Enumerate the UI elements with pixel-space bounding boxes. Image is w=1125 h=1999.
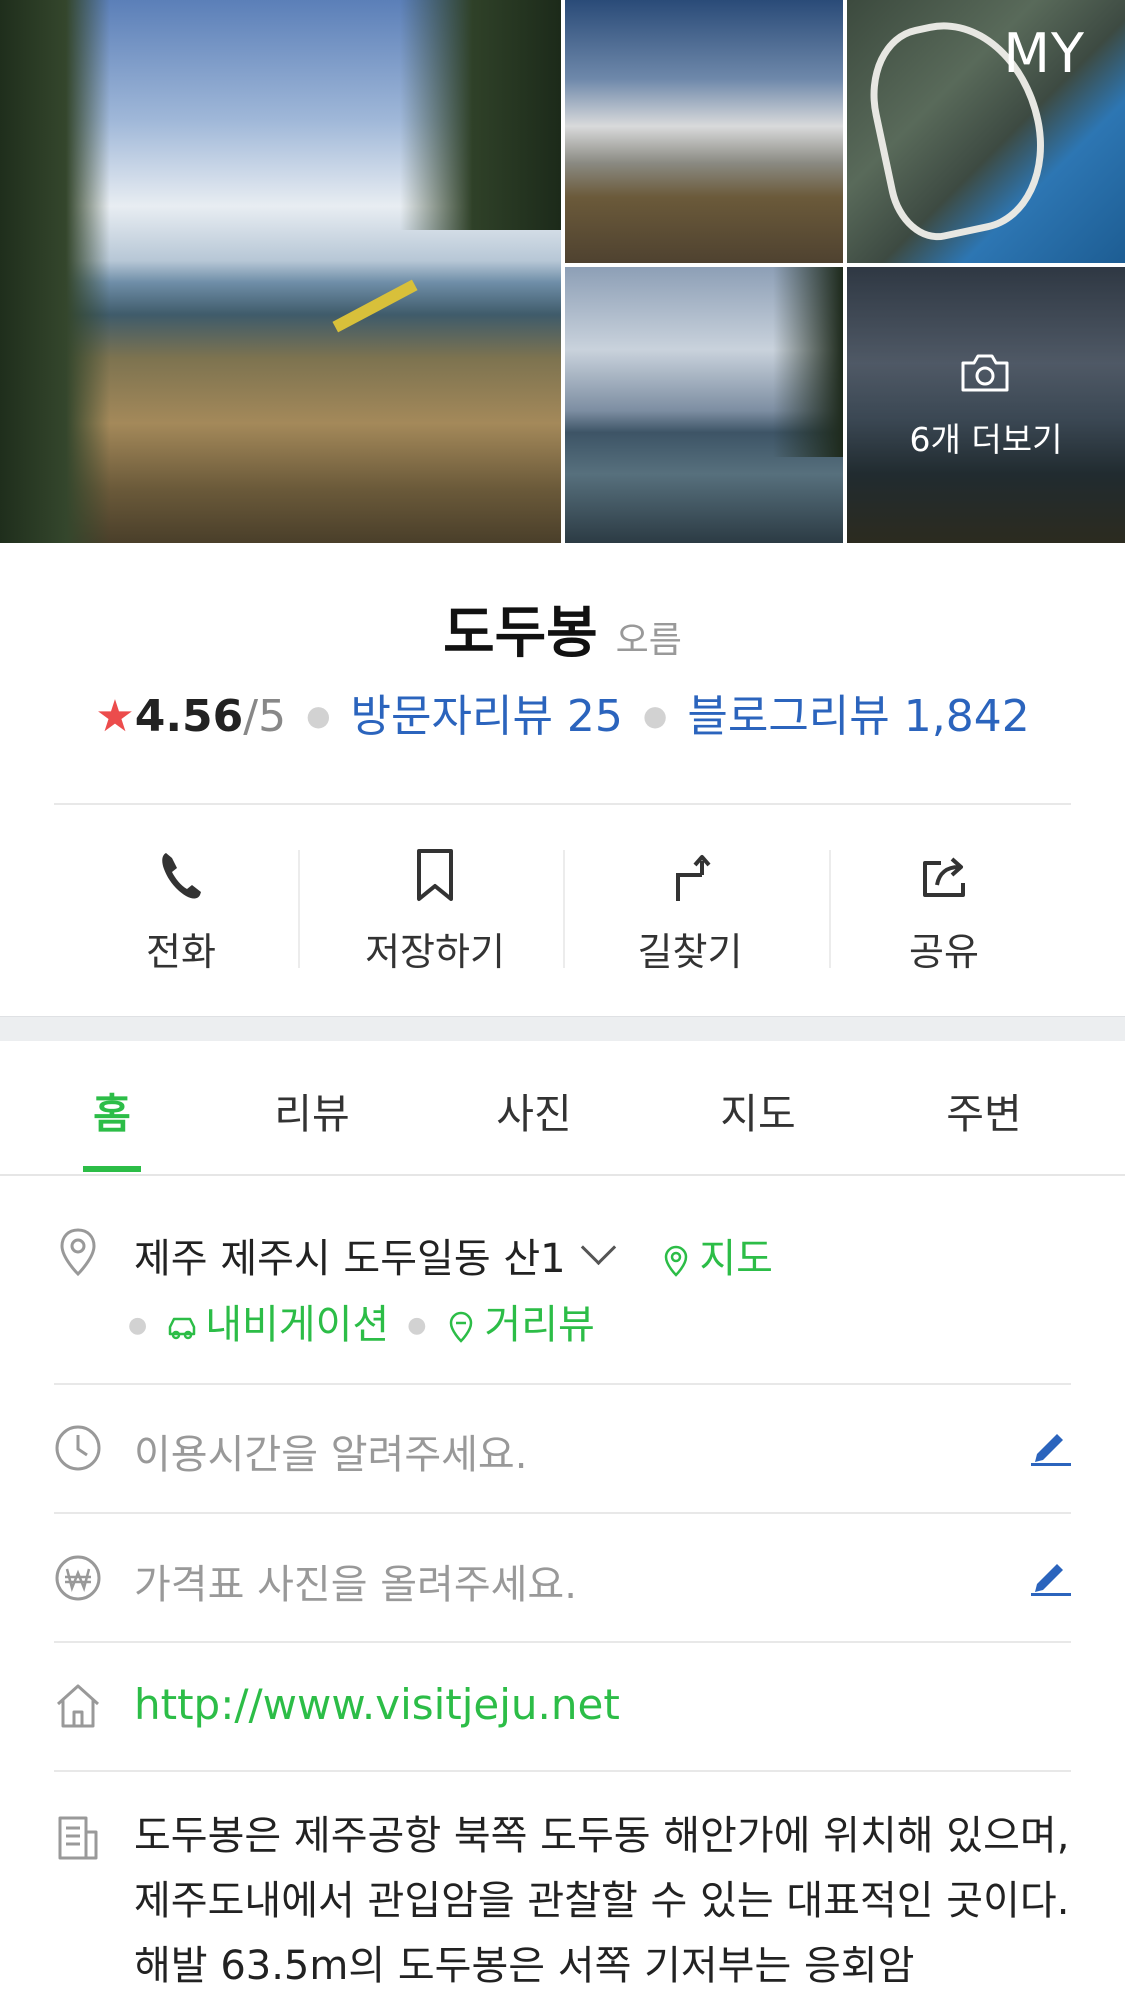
hours-placeholder[interactable]: 이용시간을 알려주세요. xyxy=(134,1422,527,1480)
tab-nearby[interactable]: 주변 xyxy=(904,1080,1064,1140)
divider xyxy=(54,1512,1071,1514)
address-text[interactable]: 제주 제주시 도두일동 산1 xyxy=(134,1236,566,1282)
streetview-icon xyxy=(450,1311,473,1343)
action-bar: 전화 저장하기 길찾기 공유 xyxy=(54,805,1071,1015)
rating-row: ★4.56/5 ● 방문자리뷰 25 ● 블로그리뷰 1,842 xyxy=(0,680,1125,744)
rating-max: /5 xyxy=(243,691,287,742)
edit-price-icon[interactable] xyxy=(1029,1554,1071,1596)
tab-active-indicator xyxy=(83,1166,141,1172)
address-links-row: ● 내비게이션 ● 거리뷰 xyxy=(128,1292,595,1350)
streetview-link[interactable]: 거리뷰 xyxy=(444,1302,595,1348)
separator-dot: ● xyxy=(128,1313,148,1338)
map-link-label: 지도 xyxy=(699,1236,773,1282)
place-category: 오름 xyxy=(615,620,682,661)
tab-photos[interactable]: 사진 xyxy=(454,1080,614,1140)
star-icon: ★ xyxy=(95,691,135,742)
car-icon xyxy=(168,1317,196,1340)
place-name: 도두봉 xyxy=(443,601,598,666)
camera-icon xyxy=(961,354,1009,392)
place-title-row: 도두봉 오름 xyxy=(0,588,1125,669)
photo-tree-left xyxy=(0,0,110,543)
website-link[interactable]: http://www.visitjeju.net xyxy=(134,1680,620,1729)
call-button[interactable]: 전화 xyxy=(54,805,308,1015)
photo-tree-right xyxy=(400,0,561,230)
address-row: 제주 제주시 도두일동 산1 지도 xyxy=(134,1226,773,1284)
more-photos-button[interactable]: 6개 더보기 xyxy=(847,267,1125,543)
my-button[interactable]: MY xyxy=(1003,22,1085,85)
tab-home[interactable]: 홈 xyxy=(32,1080,192,1140)
map-link[interactable]: 지도 xyxy=(659,1236,773,1282)
share-icon xyxy=(923,857,965,897)
location-pin-icon xyxy=(60,1228,96,1277)
photo-tree xyxy=(773,267,843,457)
save-button[interactable]: 저장하기 xyxy=(308,805,562,1015)
won-icon xyxy=(55,1555,101,1601)
rating-score: 4.56 xyxy=(134,691,244,742)
main-photo[interactable] xyxy=(0,0,561,543)
streetview-link-label: 거리뷰 xyxy=(484,1302,595,1348)
photo-thumbnail[interactable] xyxy=(565,267,843,543)
chevron-down-icon[interactable] xyxy=(580,1229,616,1266)
separator-dot: ● xyxy=(306,699,331,732)
visitor-reviews-link[interactable]: 방문자리뷰 25 xyxy=(351,691,623,742)
directions-button[interactable]: 길찾기 xyxy=(563,805,817,1015)
save-label: 저장하기 xyxy=(365,930,505,974)
more-photos-label: 6개 더보기 xyxy=(909,420,1063,459)
photo-thumbnail[interactable] xyxy=(565,0,843,263)
navigation-link-label: 내비게이션 xyxy=(205,1302,390,1348)
photo-road xyxy=(332,279,418,333)
blog-reviews-link[interactable]: 블로그리뷰 1,842 xyxy=(687,691,1029,742)
clock-icon xyxy=(55,1425,101,1471)
separator-dot: ● xyxy=(642,699,668,732)
call-label: 전화 xyxy=(146,930,216,974)
document-icon xyxy=(58,1816,98,1860)
tab-map[interactable]: 지도 xyxy=(678,1080,838,1140)
share-button[interactable]: 공유 xyxy=(817,805,1071,1015)
photo-gallery: 6개 더보기 MY xyxy=(0,0,1125,543)
share-label: 공유 xyxy=(909,930,979,974)
phone-icon xyxy=(162,853,201,899)
home-icon xyxy=(56,1684,100,1728)
tab-bar: 홈 리뷰 사진 지도 주변 xyxy=(0,1040,1125,1176)
tab-reviews[interactable]: 리뷰 xyxy=(232,1080,392,1140)
divider xyxy=(54,1383,1071,1385)
action-separator xyxy=(298,850,300,968)
place-description: 도두봉은 제주공항 북쪽 도두동 해안가에 위치해 있으며, 제주도내에서 관입… xyxy=(134,1813,1070,1989)
separator-dot: ● xyxy=(407,1313,427,1338)
navigation-link[interactable]: 내비게이션 xyxy=(165,1302,389,1348)
edit-hours-icon[interactable] xyxy=(1029,1424,1071,1466)
directions-label: 길찾기 xyxy=(637,930,743,974)
section-gap xyxy=(0,1016,1125,1041)
directions-icon xyxy=(676,855,711,901)
location-pin-icon xyxy=(665,1245,688,1277)
divider xyxy=(54,1770,1071,1772)
price-placeholder[interactable]: 가격표 사진을 올려주세요. xyxy=(134,1552,577,1610)
divider xyxy=(54,1641,1071,1643)
bookmark-icon xyxy=(417,849,453,901)
